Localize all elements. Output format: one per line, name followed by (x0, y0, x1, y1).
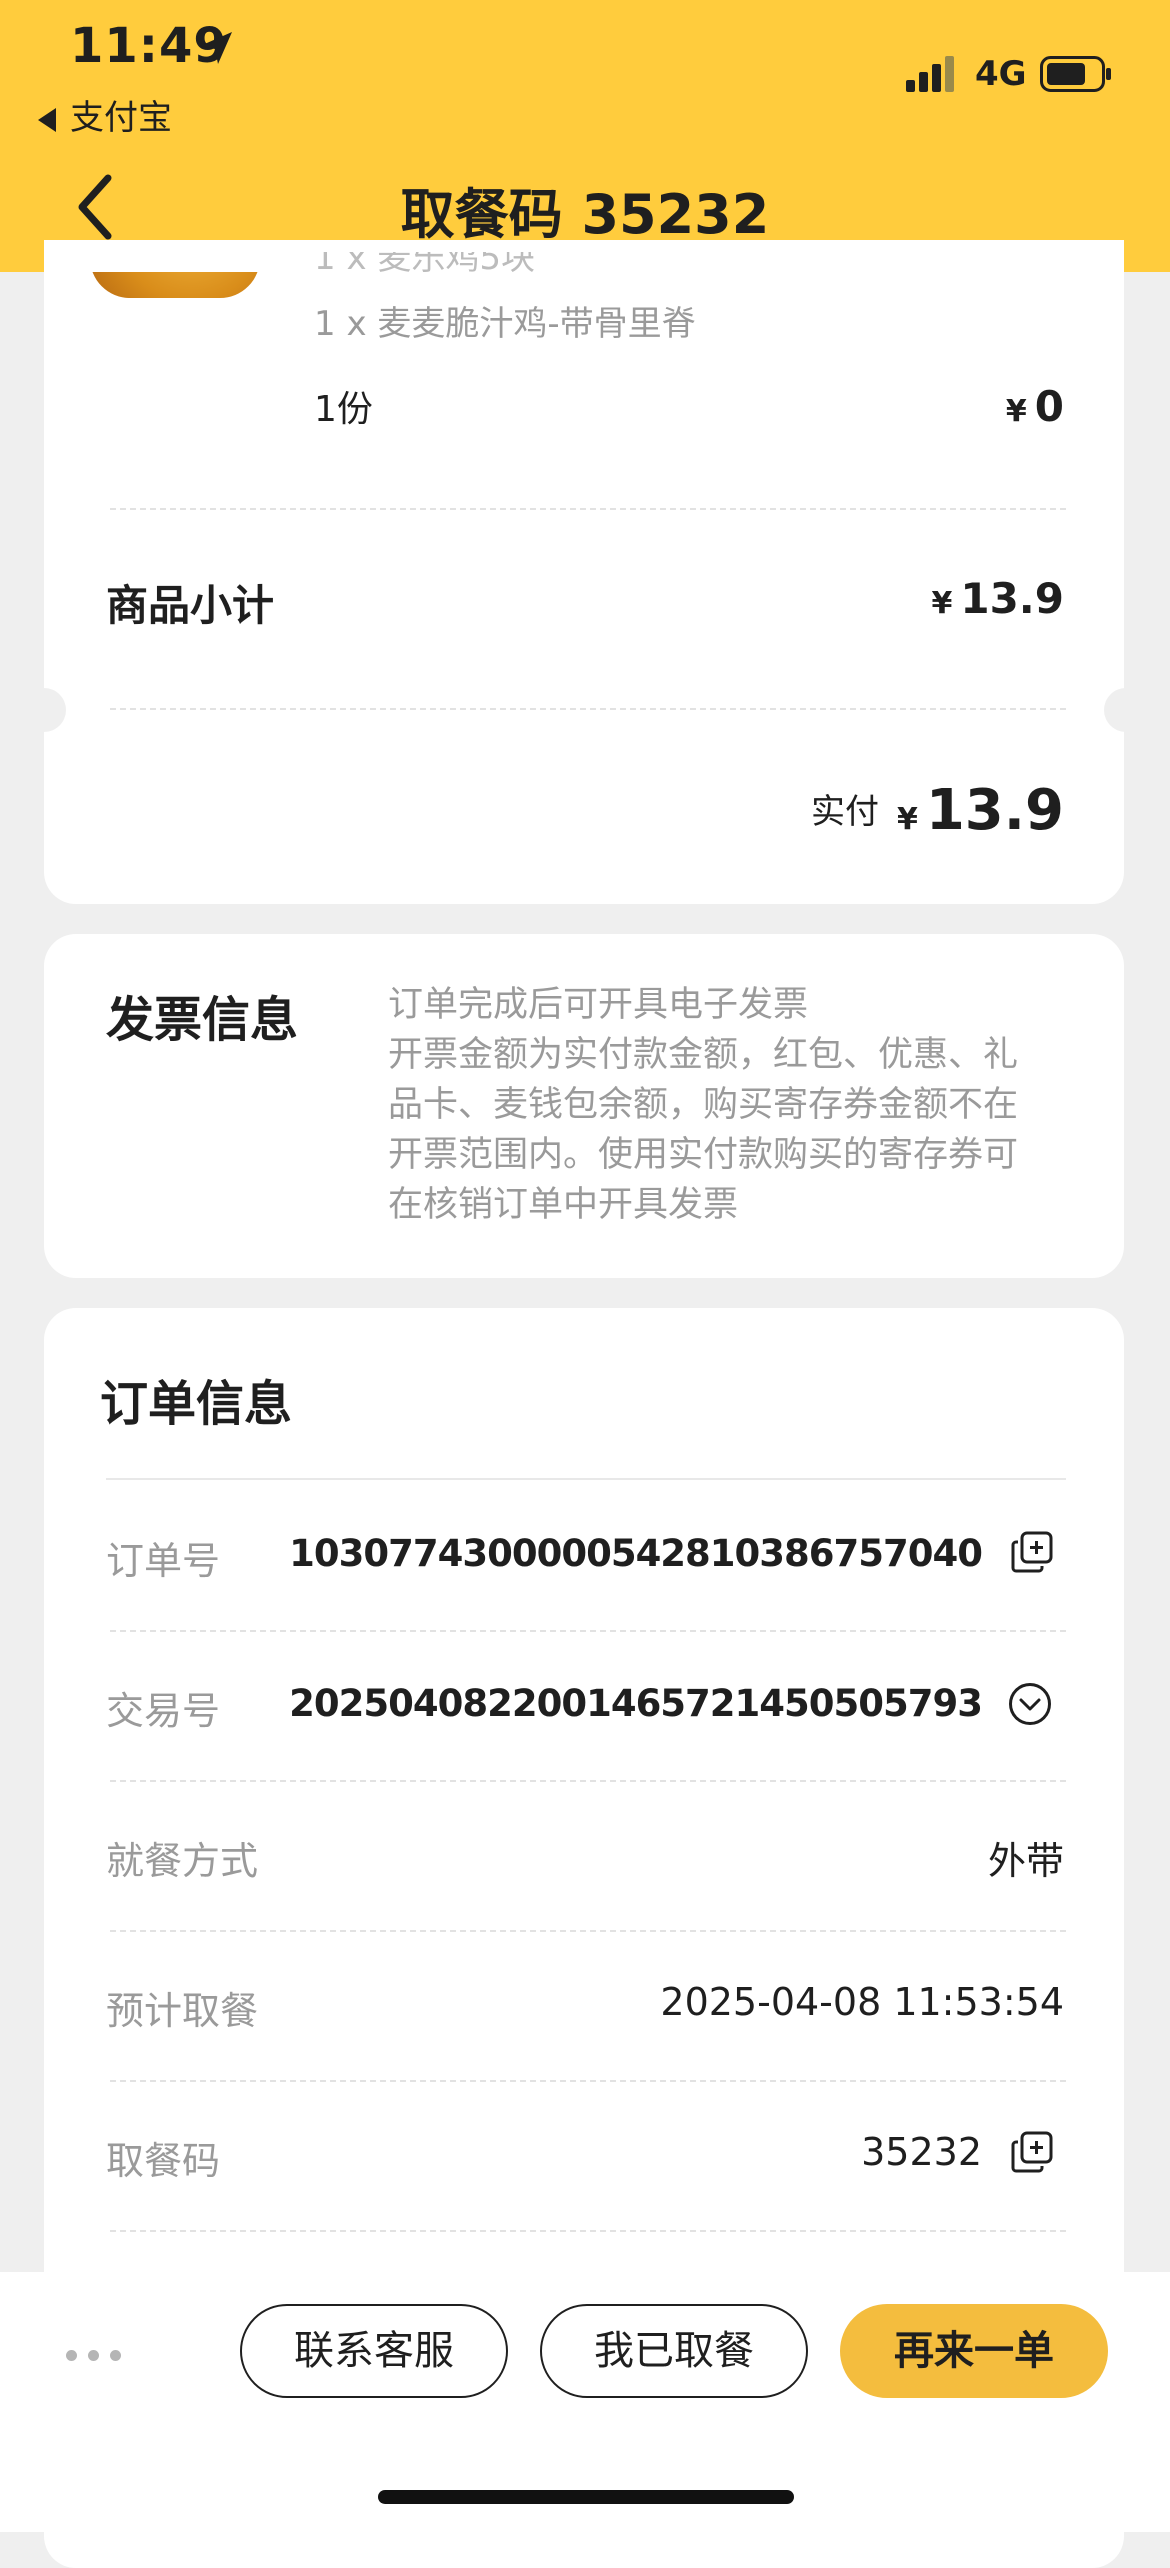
divider (110, 508, 1066, 510)
divider (110, 1780, 1066, 1782)
food-image (80, 272, 270, 298)
page-title: 取餐码 35232 (400, 183, 770, 246)
currency-symbol: ¥ (896, 802, 918, 837)
transaction-number-label: 交易号 (106, 1689, 221, 1733)
invoice-description: 订单完成后可开具电子发票 开票金额为实付款金额，红包、优惠、礼 品卡、麦钱包余额… (388, 985, 1019, 1225)
item-price: ¥0 (1005, 382, 1064, 431)
paid-amount: 实付 ¥13.9 (810, 778, 1064, 843)
location-arrow-icon (200, 32, 232, 64)
picked-up-button[interactable]: 我已取餐 (540, 2304, 808, 2398)
subtotal-label: 商品小计 (106, 581, 275, 630)
battery-icon (1040, 56, 1111, 92)
dining-mode-label: 就餐方式 (106, 1839, 259, 1883)
item-quantity: 1份 (314, 389, 373, 430)
order-number-value: 1030774300000542810386757040 (289, 1532, 983, 1575)
ticket-notch-right (1104, 688, 1148, 732)
expand-icon[interactable] (1008, 1682, 1052, 1726)
back-app-label: 支付宝 (70, 98, 172, 138)
pickup-code-value: 35232 (861, 2130, 982, 2174)
order-number-label: 订单号 (106, 1539, 221, 1583)
estimated-pickup-value: 2025-04-08 11:53:54 (660, 1980, 1064, 2024)
reorder-button[interactable]: 再来一单 (840, 2304, 1108, 2398)
order-info-title: 订单信息 (100, 1376, 293, 1432)
dining-mode-value: 外带 (987, 1839, 1064, 1883)
currency-symbol: ¥ (931, 586, 953, 621)
home-indicator (378, 2490, 794, 2504)
copy-icon[interactable] (1010, 2130, 1054, 2174)
contact-service-button[interactable]: 联系客服 (240, 2304, 508, 2398)
order-item-partial: 1 x 麦乐鸡5块 (314, 252, 535, 278)
back-to-app[interactable]: 支付宝 (38, 90, 172, 139)
order-item-line: 1 x 麦麦脆汁鸡-带骨里脊 (314, 304, 696, 344)
back-triangle-icon (38, 107, 56, 132)
divider (110, 1630, 1066, 1632)
divider (106, 1478, 1066, 1480)
pickup-code-label: 取餐码 (106, 2139, 221, 2183)
divider (110, 2080, 1066, 2082)
divider (110, 1930, 1066, 1932)
invoice-title: 发票信息 (106, 992, 299, 1048)
copy-icon[interactable] (1010, 1530, 1054, 1574)
currency-symbol: ¥ (1005, 394, 1027, 429)
transaction-number-value: 2025040822001465721450505793 (289, 1682, 983, 1725)
paid-label: 实付 (810, 792, 879, 832)
ticket-notch-left (22, 688, 66, 732)
estimated-pickup-label: 预计取餐 (106, 1989, 259, 2033)
divider (110, 708, 1066, 710)
divider (110, 2230, 1066, 2232)
signal-icon (906, 56, 954, 92)
more-options-icon[interactable] (66, 2346, 132, 2365)
subtotal-value: ¥13.9 (931, 574, 1064, 623)
network-type: 4G (975, 54, 1027, 94)
